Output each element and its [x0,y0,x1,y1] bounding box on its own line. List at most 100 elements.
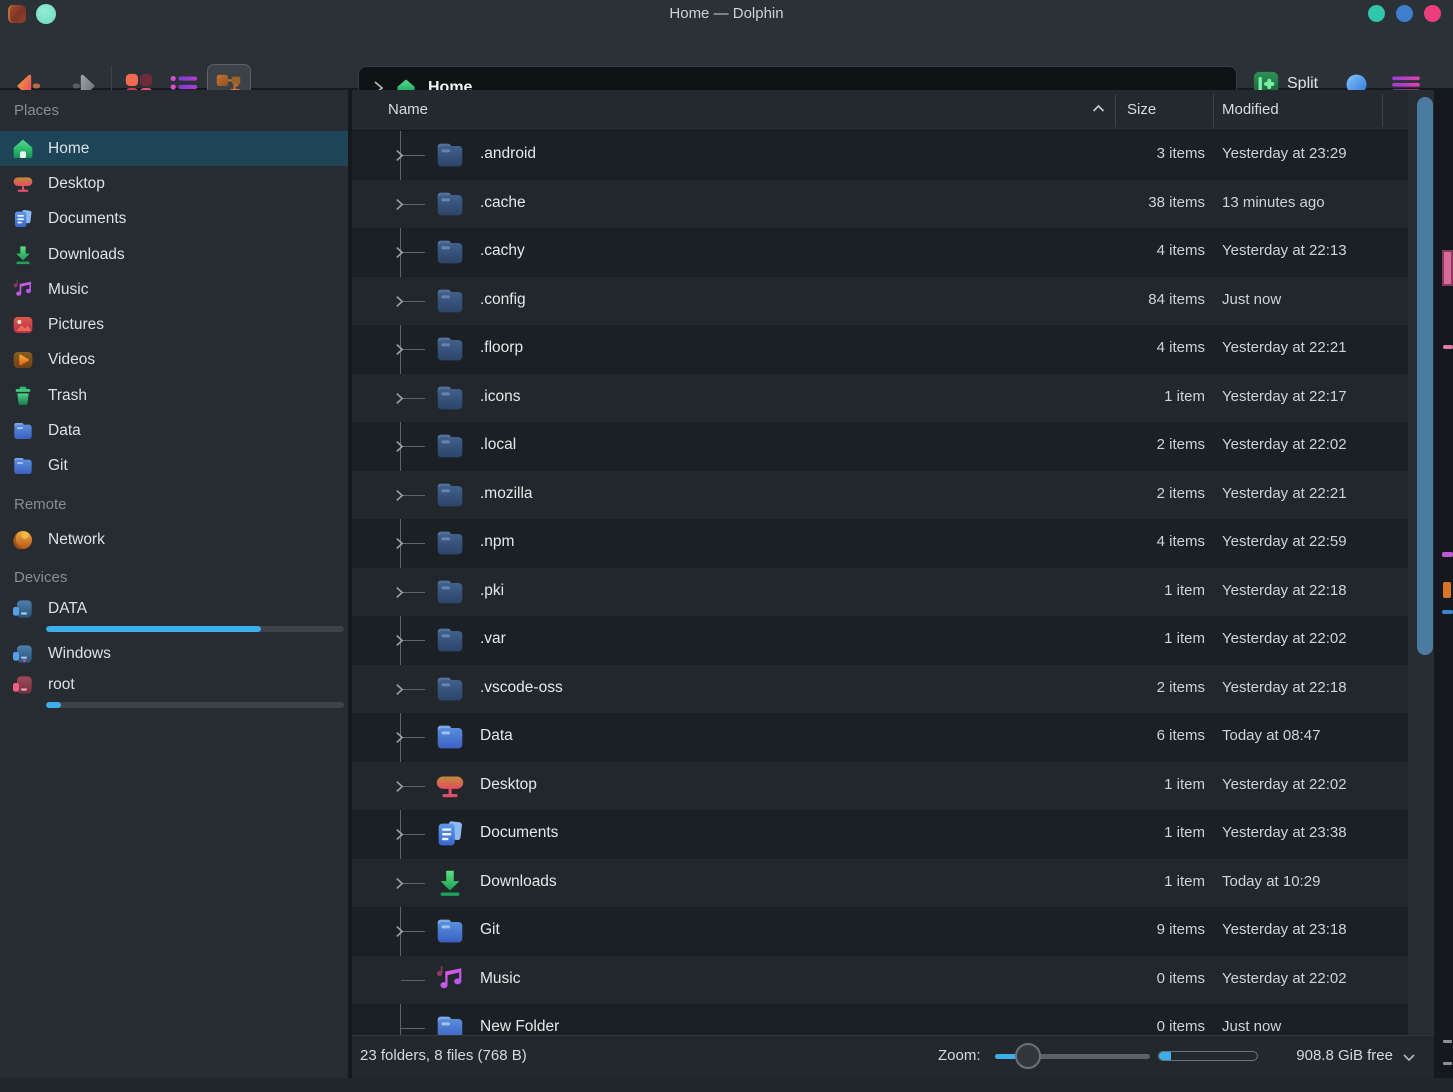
file-row[interactable]: .var 1 item Yesterday at 22:02 [352,616,1408,665]
column-separator[interactable] [1382,94,1383,127]
expander-chevron-icon[interactable] [394,537,406,550]
file-row[interactable]: Git 9 items Yesterday at 23:18 [352,907,1408,956]
file-name: .android [480,145,536,163]
expander-chevron-icon[interactable] [394,828,406,841]
column-header-size[interactable]: Size [1127,101,1156,118]
file-size: 1 item [1002,582,1205,599]
expander-chevron-icon[interactable] [394,149,406,162]
free-space-dropdown-icon[interactable] [1402,1053,1416,1062]
expander-chevron-icon[interactable] [394,780,406,793]
sidebar-item-windows[interactable]: Windows [0,637,348,671]
free-space-bar-fill [1159,1052,1171,1060]
zoom-slider-handle[interactable] [1015,1043,1041,1069]
sidebar-item-documents[interactable]: Documents [0,202,348,237]
file-row[interactable]: Documents 1 item Yesterday at 23:38 [352,810,1408,859]
file-size: 3 items [1002,145,1205,162]
sidebar-item-root[interactable]: root [0,671,348,699]
file-modified: Yesterday at 22:17 [1222,388,1347,405]
free-space-bar [1158,1051,1258,1061]
expander-chevron-icon[interactable] [394,246,406,259]
sidebar-item-data[interactable]: Data [0,413,348,448]
window-maximize-button[interactable] [1396,5,1413,22]
expander-chevron-icon[interactable] [394,440,406,453]
file-row[interactable]: .pki 1 item Yesterday at 22:18 [352,568,1408,617]
file-modified: Yesterday at 23:38 [1222,824,1347,841]
sidebar-item-label: Videos [48,351,95,369]
file-row[interactable]: Music 0 items Yesterday at 22:02 [352,956,1408,1005]
file-modified: Yesterday at 22:59 [1222,533,1347,550]
file-row[interactable]: .android 3 items Yesterday at 23:29 [352,131,1408,180]
sidebar-item-videos[interactable]: Videos [0,343,348,378]
file-modified: Yesterday at 23:29 [1222,145,1347,162]
sidebar-item-trash[interactable]: Trash [0,378,348,413]
expander-chevron-icon[interactable] [394,634,406,647]
file-name: .pki [480,582,504,600]
music-icon [433,963,467,997]
file-name: .var [480,630,506,648]
column-separator[interactable] [1115,94,1116,127]
file-name: .local [480,436,516,454]
zoom-slider[interactable] [995,1054,1150,1059]
file-row[interactable]: .cachy 4 items Yesterday at 22:13 [352,228,1408,277]
folder-hidden-icon [433,138,467,172]
file-list: .android 3 items Yesterday at 23:29 .cac… [352,131,1408,1035]
scrollbar-thumb[interactable] [1417,97,1433,655]
file-row[interactable]: .floorp 4 items Yesterday at 22:21 [352,325,1408,374]
file-row[interactable]: .npm 4 items Yesterday at 22:59 [352,519,1408,568]
sidebar-item-pictures[interactable]: Pictures [0,307,348,342]
expander-chevron-icon[interactable] [394,731,406,744]
device-usage-bar [46,702,344,708]
column-separator[interactable] [1213,94,1214,127]
expander-chevron-icon[interactable] [394,683,406,696]
sidebar-item-git[interactable]: Git [0,449,348,484]
file-row[interactable]: .mozilla 2 items Yesterday at 22:21 [352,471,1408,520]
file-size: 0 items [1002,970,1205,987]
network-icon [11,528,35,552]
expander-chevron-icon[interactable] [394,586,406,599]
documents-icon [433,817,467,851]
file-row[interactable]: .icons 1 item Yesterday at 22:17 [352,374,1408,423]
file-modified: Just now [1222,291,1281,308]
folder-summary: 23 folders, 8 files (768 B) [360,1047,527,1064]
sidebar-item-music[interactable]: Music [0,272,348,307]
file-row[interactable]: Desktop 1 item Yesterday at 22:02 [352,762,1408,811]
expander-chevron-icon[interactable] [394,489,406,502]
file-modified: Yesterday at 22:13 [1222,242,1347,259]
sidebar-item-label: root [48,676,75,694]
column-header-name[interactable]: Name [388,101,428,118]
file-row[interactable]: New Folder 0 items Just now [352,1004,1408,1035]
sidebar-item-home[interactable]: Home [0,131,348,166]
status-bar: 23 folders, 8 files (768 B) Zoom: 908.8 … [352,1035,1434,1078]
file-modified: Just now [1222,1018,1281,1035]
file-row[interactable]: Downloads 1 item Today at 10:29 [352,859,1408,908]
file-row[interactable]: .config 84 items Just now [352,277,1408,326]
sidebar-item-data[interactable]: DATA [0,595,348,623]
section-header-devices: Devices [0,557,348,595]
file-name: .mozilla [480,485,533,503]
expander-chevron-icon[interactable] [394,392,406,405]
file-size: 1 item [1002,873,1205,890]
file-modified: 13 minutes ago [1222,194,1325,211]
file-size: 2 items [1002,436,1205,453]
sidebar-item-downloads[interactable]: Downloads [0,237,348,272]
file-size: 0 items [1002,1018,1205,1035]
window-minimize-button[interactable] [1368,5,1385,22]
expander-chevron-icon[interactable] [394,343,406,356]
expander-chevron-icon[interactable] [394,295,406,308]
file-size: 1 item [1002,630,1205,647]
file-row[interactable]: .cache 38 items 13 minutes ago [352,180,1408,229]
scrollbar-track[interactable] [1408,90,1434,1078]
file-row[interactable]: .vscode-oss 2 items Yesterday at 22:18 [352,665,1408,714]
sidebar-item-desktop[interactable]: Desktop [0,166,348,201]
file-row[interactable]: .local 2 items Yesterday at 22:02 [352,422,1408,471]
expander-chevron-icon[interactable] [394,877,406,890]
sidebar-item-network[interactable]: Network [0,522,348,557]
file-row[interactable]: Data 6 items Today at 08:47 [352,713,1408,762]
window-close-button[interactable] [1424,5,1441,22]
column-header-modified[interactable]: Modified [1222,101,1279,118]
file-modified: Yesterday at 22:18 [1222,679,1347,696]
file-name: .vscode-oss [480,679,563,697]
folder-hidden-icon [433,672,467,706]
expander-chevron-icon[interactable] [394,198,406,211]
expander-chevron-icon[interactable] [394,925,406,938]
